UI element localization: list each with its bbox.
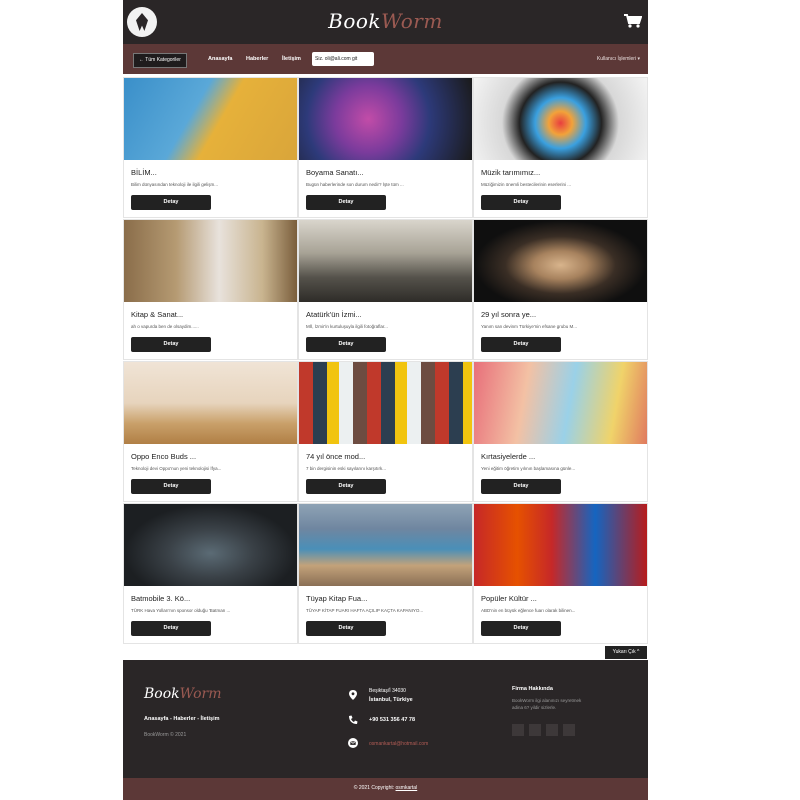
all-categories-button[interactable]: ← Tüm Kategoriler (133, 53, 187, 68)
social-icon-3[interactable] (546, 724, 558, 736)
card-title[interactable]: Tüyap Kitap Fua... (306, 594, 367, 603)
news-card: Oppo Enco Buds ... Teknoloji devi Oppo'n… (123, 361, 298, 502)
news-card: Kırtasiyelerde ... Yeni eğitim öğretim y… (473, 361, 648, 502)
nav-link-news[interactable]: Haberler (246, 56, 268, 62)
address-line1: Beşiktaş/İ 34030 (369, 688, 406, 694)
card-title[interactable]: Müzik tarımımız... (481, 168, 540, 177)
social-icon-1[interactable] (512, 724, 524, 736)
detail-button[interactable]: Detay (481, 621, 561, 636)
card-image[interactable] (124, 220, 297, 302)
nav-link-home[interactable]: Anasayfa (208, 56, 232, 62)
user-menu[interactable]: Kullanıcı İşlemleri ▾ (597, 56, 640, 62)
nav-link-contact[interactable]: İletişim (282, 56, 301, 62)
card-description: Teknoloji devi Oppo'nun yeni teknolojisi… (131, 466, 222, 471)
detail-button[interactable]: Detay (306, 621, 386, 636)
card-description: ah o vapurda ben de olsaydim...... (131, 324, 199, 329)
copyright-bar: © 2021 Copyright: osmkartal (123, 778, 648, 800)
card-title[interactable]: Batmobile 3. Kö... (131, 594, 190, 603)
news-card: Boyama Sanatı... Bugün haberlerinde son … (298, 77, 473, 218)
phone-icon (349, 715, 358, 724)
card-image[interactable] (299, 362, 472, 444)
detail-button[interactable]: Detay (306, 337, 386, 352)
news-card: 29 yıl sonra ye... Yanım san devinm Türk… (473, 219, 648, 360)
page: BookWorm ← Tüm Kategoriler Anasayfa Habe… (123, 0, 648, 800)
copyright-link[interactable]: osmkartal (396, 785, 418, 791)
email-link[interactable]: osmankartal@hotmail.com (369, 741, 428, 747)
card-description: Bugün haberlerinde son durum nedir? İşte… (306, 182, 404, 187)
footer-links[interactable]: Anasayfa - Haberler - İletişim (144, 716, 220, 722)
footer-brand-part1: Book (144, 686, 180, 702)
card-title[interactable]: BİLİM... (131, 168, 157, 177)
card-description: Yanım san devinm Türkiye'nin efsane grub… (481, 324, 577, 329)
detail-button[interactable]: Detay (306, 479, 386, 494)
copyright-text: © 2021 Copyright: osmkartal (123, 785, 648, 791)
location-icon (349, 690, 357, 700)
card-title[interactable]: Atatürk'ün İzmi... (306, 310, 362, 319)
card-image[interactable] (124, 504, 297, 586)
detail-button[interactable]: Detay (131, 479, 211, 494)
card-image[interactable] (474, 362, 647, 444)
about-text: BookWorm ilgi alanınızı seyretmek adina … (512, 698, 582, 710)
address-line2: İstanbul, Türkiye (369, 697, 413, 703)
card-title[interactable]: Oppo Enco Buds ... (131, 452, 196, 461)
top-header: BookWorm (123, 0, 648, 44)
detail-button[interactable]: Detay (131, 621, 211, 636)
footer-brand[interactable]: BookWorm (144, 686, 221, 702)
footer: BookWorm Anasayfa - Haberler - İletişim … (123, 660, 648, 778)
card-description: TÜYAP KİTAP FUARI HAFTA AÇILIP KAÇTA KAP… (306, 608, 424, 613)
news-card: Atatürk'ün İzmi... Mİİ, İzmir'in kurtulu… (298, 219, 473, 360)
detail-button[interactable]: Detay (131, 337, 211, 352)
card-title[interactable]: Boyama Sanatı... (306, 168, 364, 177)
footer-copyright: BookWorm © 2021 (144, 732, 187, 738)
news-card: BİLİM... Bilim dünyasından teknoloji ile… (123, 77, 298, 218)
card-image[interactable] (124, 362, 297, 444)
card-description: ABD'nin en büyük eğlence fuarı olarak bi… (481, 608, 576, 613)
card-image[interactable] (299, 78, 472, 160)
card-description: Bilim dünyasından teknoloji ile ilgili g… (131, 182, 219, 187)
card-title[interactable]: 74 yıl önce mod... (306, 452, 365, 461)
news-card: 74 yıl önce mod... 7 bin dergisinin eski… (298, 361, 473, 502)
card-image[interactable] (299, 220, 472, 302)
card-title[interactable]: Kırtasiyelerde ... (481, 452, 535, 461)
copyright-label: © 2021 Copyright: (353, 785, 396, 791)
card-description: Mİİ, İzmir'in kurtuluşuyla ilgili fotoğr… (306, 324, 388, 329)
card-image[interactable] (474, 78, 647, 160)
social-icon-2[interactable] (529, 724, 541, 736)
footer-brand-part2: Worm (179, 686, 222, 702)
card-title[interactable]: Kitap & Sanat... (131, 310, 183, 319)
detail-button[interactable]: Detay (306, 195, 386, 210)
brand-part1: Book (328, 9, 382, 33)
cart-icon[interactable] (624, 14, 642, 28)
about-title: Firma Hakkında (512, 686, 553, 692)
phone-number[interactable]: +90 531 356 47 78 (369, 717, 415, 723)
news-card: Batmobile 3. Kö... TÜRK Hava Yolları'nın… (123, 503, 298, 644)
search-input[interactable]: Siz. oli@ali.com git (312, 52, 374, 66)
social-icon-4[interactable] (563, 724, 575, 736)
news-card: Müzik tarımımız... Müziğimizin önemli be… (473, 77, 648, 218)
card-title[interactable]: Popüler Kültür ... (481, 594, 537, 603)
detail-button[interactable]: Detay (481, 337, 561, 352)
brand-part2: Worm (381, 9, 443, 33)
site-brand[interactable]: BookWorm (123, 9, 648, 33)
card-description: Yeni eğitim öğretim yılının başlamasına … (481, 466, 576, 471)
mail-icon (348, 738, 358, 748)
back-to-top-button[interactable]: Yukarı Çık ^ (605, 646, 647, 659)
card-image[interactable] (474, 504, 647, 586)
card-title[interactable]: 29 yıl sonra ye... (481, 310, 536, 319)
card-image[interactable] (299, 504, 472, 586)
detail-button[interactable]: Detay (481, 195, 561, 210)
news-card: Kitap & Sanat... ah o vapurda ben de ols… (123, 219, 298, 360)
card-image[interactable] (474, 220, 647, 302)
card-image[interactable] (124, 78, 297, 160)
card-description: 7 bin dergisinin eski sayılarını karşıtı… (306, 466, 387, 471)
news-card: Tüyap Kitap Fua... TÜYAP KİTAP FUARI HAF… (298, 503, 473, 644)
nav-bar: ← Tüm Kategoriler Anasayfa Haberler İlet… (123, 44, 648, 74)
card-description: Müziğimizin önemli bestecilerinin eserle… (481, 182, 572, 187)
detail-button[interactable]: Detay (481, 479, 561, 494)
card-description: TÜRK Hava Yolları'nın sponsor olduğu 'Ba… (131, 608, 231, 613)
detail-button[interactable]: Detay (131, 195, 211, 210)
news-card: Popüler Kültür ... ABD'nin en büyük eğle… (473, 503, 648, 644)
